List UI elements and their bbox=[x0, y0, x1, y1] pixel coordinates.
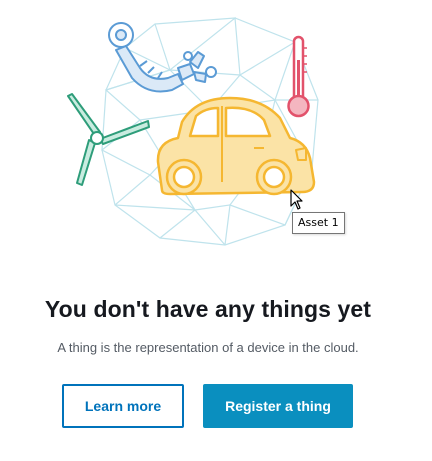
empty-state-panel: Asset 1 You don't have any things yet A … bbox=[0, 0, 432, 461]
asset-tooltip: Asset 1 bbox=[292, 212, 345, 234]
mouse-cursor-icon bbox=[290, 189, 303, 210]
robot-arm-icon bbox=[108, 22, 217, 93]
empty-state-title: You don't have any things yet bbox=[44, 296, 372, 322]
iot-illustration bbox=[67, 16, 319, 246]
wind-turbine-icon bbox=[67, 93, 150, 186]
learn-more-button[interactable]: Learn more bbox=[62, 384, 184, 428]
thermometer-icon bbox=[287, 35, 310, 118]
register-thing-button[interactable]: Register a thing bbox=[203, 384, 353, 428]
empty-state-description: A thing is the representation of a devic… bbox=[57, 340, 359, 355]
